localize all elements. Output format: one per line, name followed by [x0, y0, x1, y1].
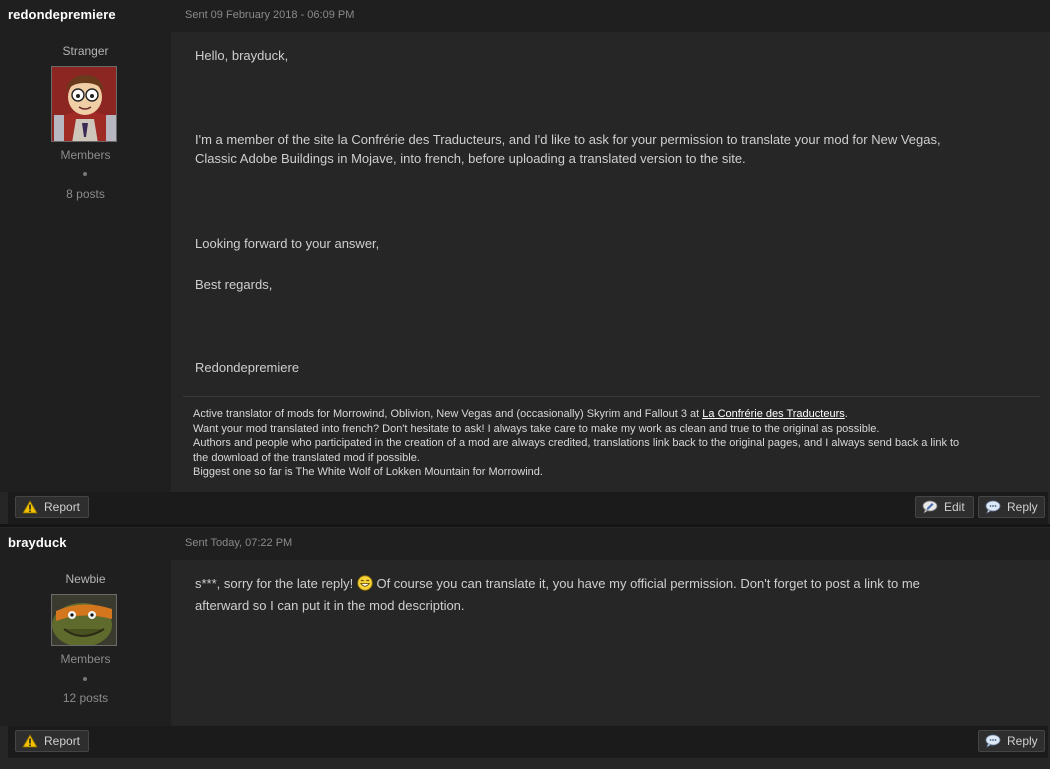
signature-line: Biggest one so far is The White Wolf of …: [193, 466, 543, 478]
avatar[interactable]: [51, 594, 117, 646]
edit-button[interactable]: Edit: [915, 496, 974, 518]
avatar[interactable]: [51, 66, 117, 142]
signature: Active translator of mods for Morrowind,…: [193, 407, 1033, 480]
signature-line: the download of the translated mod if po…: [193, 451, 420, 464]
member-group: Members: [60, 652, 111, 666]
message-text: Of course you can translate it, you have…: [372, 576, 920, 591]
post-2: brayduck Sent Today, 07:22 PM Newbie Mem…: [0, 528, 1050, 769]
post-toolbar: Report Edit Reply: [8, 492, 1048, 524]
signature-line: Active translator of mods for Morrowind,…: [193, 407, 1033, 422]
post-header: brayduck Sent Today, 07:22 PM: [0, 528, 1050, 560]
post-count: 8 posts: [66, 187, 105, 201]
signature-line: Want your mod translated into french? Do…: [193, 422, 880, 435]
message-paragraph: Classic Adobe Buildings in Mojave, into …: [195, 151, 746, 166]
author-name[interactable]: redondepremiere: [8, 7, 116, 22]
signature-text: Active translator of mods for Morrowind,…: [193, 408, 703, 420]
reply-label: Reply: [1007, 500, 1038, 514]
reply-label: Reply: [1007, 734, 1038, 748]
edit-bubble-icon: [922, 500, 938, 514]
warning-icon: [22, 734, 38, 748]
author-name[interactable]: brayduck: [8, 535, 67, 550]
report-button[interactable]: Report: [15, 730, 89, 752]
report-button[interactable]: Report: [15, 496, 89, 518]
reply-button[interactable]: Reply: [978, 496, 1045, 518]
post-count: 12 posts: [62, 691, 109, 705]
author-sidebar: Newbie Members 12 posts: [0, 560, 171, 726]
message-paragraph: Best regards,: [195, 277, 273, 292]
message-paragraph: afterward so I can put it in the mod des…: [195, 598, 465, 613]
signature-divider: [183, 396, 1040, 397]
author-rank: Newbie: [65, 572, 106, 586]
signature-link[interactable]: La Confrérie des Traducteurs: [702, 408, 844, 420]
message-paragraph: s***, sorry for the late reply! Of cours…: [195, 574, 1035, 594]
reply-bubble-icon: [985, 500, 1001, 514]
report-label: Report: [44, 734, 81, 748]
post-body: s***, sorry for the late reply! Of cours…: [171, 560, 1050, 726]
report-label: Report: [44, 500, 81, 514]
signature-line: Authors and people who participated in t…: [193, 437, 960, 449]
reply-bubble-icon: [985, 734, 1001, 748]
signature-text: .: [844, 408, 848, 420]
post-separator: [0, 524, 1050, 527]
post-date: Sent Today, 07:22 PM: [185, 537, 293, 549]
post-date: Sent 09 February 2018 - 06:09 PM: [185, 9, 355, 21]
member-group: Members: [60, 148, 111, 162]
laughing-smiley-icon: [357, 575, 373, 591]
author-sidebar: Stranger Members 8 posts: [0, 32, 171, 492]
separator-dot-icon: [83, 677, 87, 681]
avatar-image-icon: [52, 595, 116, 645]
author-rank: Stranger: [62, 44, 109, 58]
post-header: redondepremiere Sent 09 February 2018 - …: [0, 0, 1050, 32]
separator-dot-icon: [83, 172, 87, 176]
warning-icon: [22, 500, 38, 514]
message-text: s***, sorry for the late reply!: [195, 576, 357, 591]
post-1: redondepremiere Sent 09 February 2018 - …: [0, 0, 1050, 525]
reply-button[interactable]: Reply: [978, 730, 1045, 752]
message-signoff: Redondepremiere: [195, 360, 300, 375]
message-paragraph: Looking forward to your answer,: [195, 236, 380, 251]
message-greeting: Hello, brayduck,: [195, 48, 289, 63]
avatar-image-icon: [52, 67, 116, 141]
message-paragraph: I'm a member of the site la Confrérie de…: [195, 132, 941, 147]
edit-label: Edit: [944, 500, 965, 514]
post-toolbar: Report Reply: [8, 726, 1048, 758]
